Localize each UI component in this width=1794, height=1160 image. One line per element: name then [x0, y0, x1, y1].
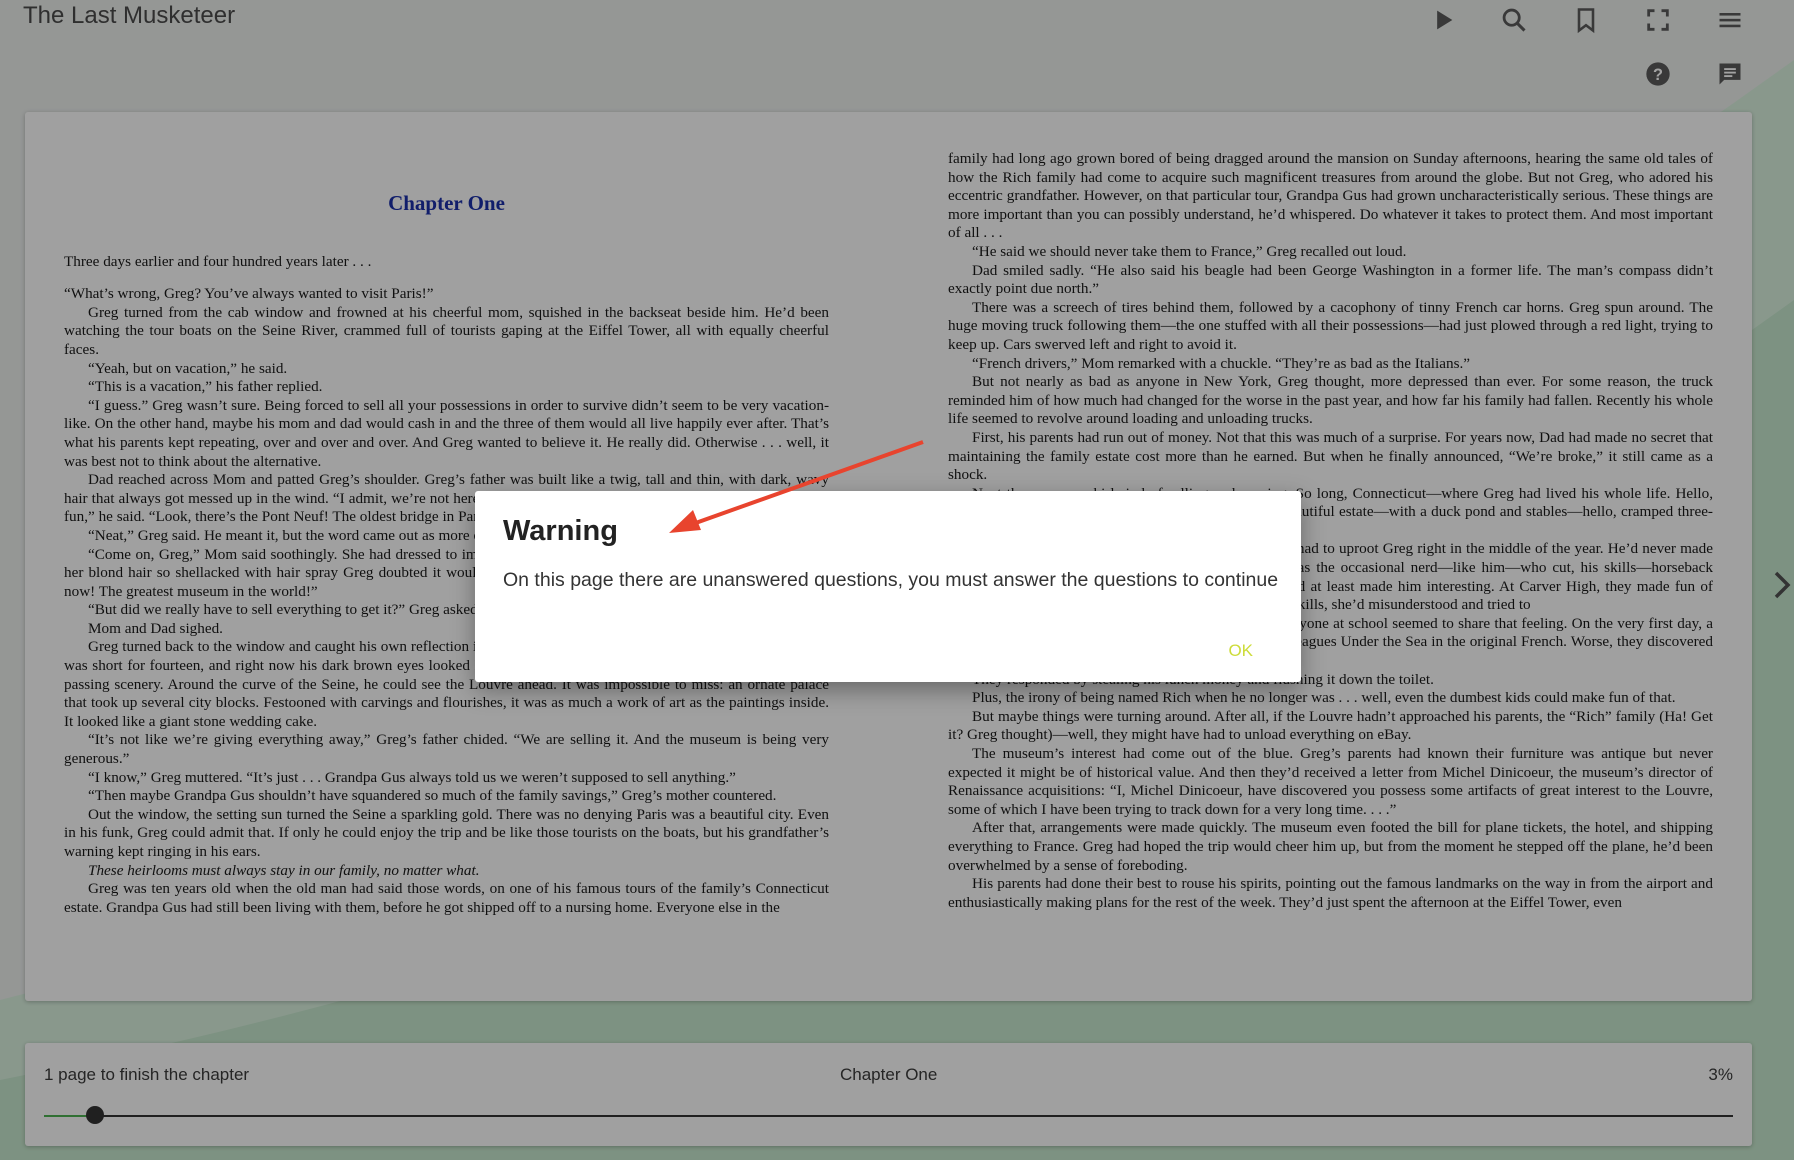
warning-dialog: Warning On this page there are unanswere…	[475, 491, 1301, 682]
next-page-icon[interactable]	[1770, 565, 1794, 605]
dialog-message: On this page there are unanswered questi…	[503, 569, 1279, 591]
ok-button[interactable]: OK	[1228, 641, 1253, 661]
dialog-title: Warning	[503, 515, 618, 547]
